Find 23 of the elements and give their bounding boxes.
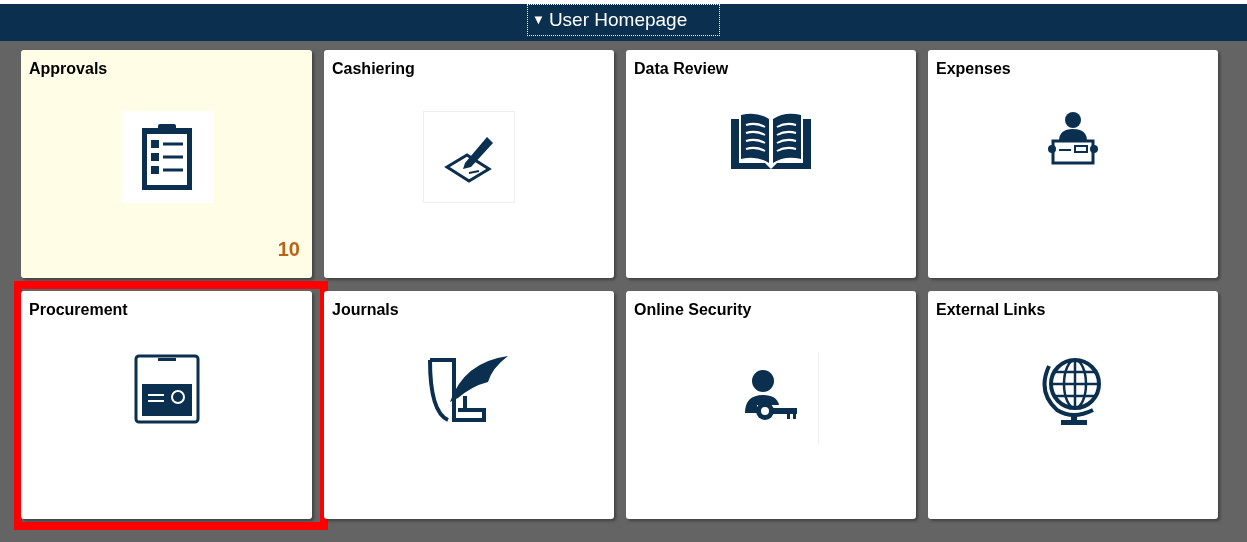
homepage-tile[interactable]: External Links xyxy=(928,291,1218,519)
tile-title: Approvals xyxy=(28,59,109,79)
tag-with-dollar-icon xyxy=(133,352,200,424)
homepage-tile[interactable]: Expenses xyxy=(928,50,1218,278)
tile-title: Procurement xyxy=(28,300,129,320)
homepage-tile[interactable]: Data Review xyxy=(626,50,916,278)
tile-title: Data Review xyxy=(633,59,730,79)
homepage-tile[interactable]: Online Security xyxy=(626,291,916,519)
homepage-tile[interactable]: Journals xyxy=(324,291,614,519)
pen-signing-icon xyxy=(423,111,515,203)
homepage-tile[interactable]: Approvals 10 xyxy=(21,50,312,278)
homepage-tile[interactable]: Procurement xyxy=(21,291,312,519)
tile-title: Expenses xyxy=(935,59,1012,79)
tile-title: Cashiering xyxy=(331,59,416,79)
tile-count: 10 xyxy=(277,237,300,262)
tile-title: Online Security xyxy=(633,300,753,320)
homepage-tile[interactable]: Cashiering xyxy=(324,50,614,278)
open-book-icon xyxy=(731,111,811,171)
homepage-selector[interactable]: ▼ User Homepage xyxy=(527,4,720,36)
tile-title: Journals xyxy=(331,300,400,320)
person-holding-card-icon xyxy=(1047,111,1099,167)
clipboard-checklist-icon xyxy=(120,111,213,203)
tile-title: External Links xyxy=(935,300,1047,320)
